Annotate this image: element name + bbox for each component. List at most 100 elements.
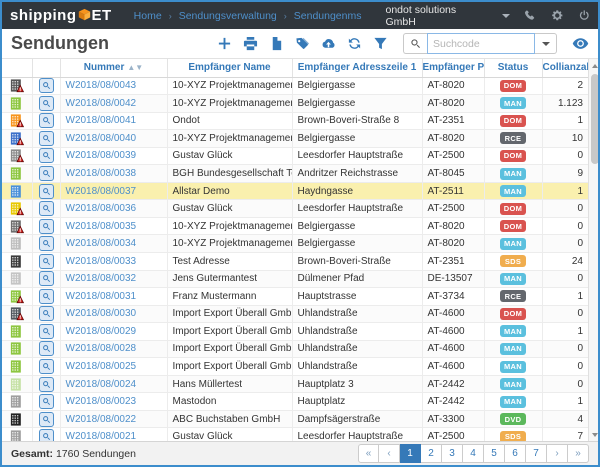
- shipment-number-link[interactable]: W2018/08/0028: [66, 343, 137, 354]
- search-button[interactable]: [403, 33, 427, 54]
- detail-button[interactable]: [38, 323, 54, 339]
- detail-button[interactable]: [38, 359, 54, 375]
- table-row[interactable]: W2018/08/0032 Jens Gutermantest Dülmener P…: [2, 270, 588, 289]
- shipment-number-link[interactable]: W2018/08/0039: [66, 150, 137, 161]
- shipment-number-link[interactable]: W2018/08/0033: [66, 256, 137, 267]
- table-row[interactable]: W2018/08/0033 Test Adresse Brown-Boveri-St…: [2, 252, 588, 271]
- table-row[interactable]: W2018/08/0030 Import Export Überall GmbH U…: [2, 305, 588, 324]
- phone-icon[interactable]: [524, 9, 537, 22]
- table-row[interactable]: W2018/08/0042 10-XYZ Projektmanagement Gm…: [2, 94, 588, 113]
- company-dropdown[interactable]: ondot solutions GmbH: [386, 4, 511, 28]
- shipment-number-link[interactable]: W2018/08/0041: [66, 115, 137, 126]
- search-dropdown-button[interactable]: [535, 33, 557, 54]
- add-icon[interactable]: [217, 36, 232, 51]
- detail-button[interactable]: [38, 394, 54, 410]
- column-header-collianzahl[interactable]: Collianzahl: [542, 59, 588, 78]
- pagination-page-button[interactable]: 5: [484, 444, 505, 463]
- detail-button[interactable]: [38, 271, 54, 287]
- table-row[interactable]: W2018/08/0025 Import Export Überall GmbH U…: [2, 357, 588, 376]
- scrollbar-thumb[interactable]: [590, 74, 598, 164]
- detail-button[interactable]: [38, 78, 54, 94]
- detail-button[interactable]: [38, 288, 54, 304]
- pagination-nav-button[interactable]: ›: [547, 444, 568, 463]
- pagination-nav-button[interactable]: »: [568, 444, 589, 463]
- table-row[interactable]: W2018/08/0031 Franz Mustermann Hauptstrass…: [2, 287, 588, 306]
- pagination-page-button[interactable]: 3: [442, 444, 463, 463]
- detail-button[interactable]: [38, 166, 54, 181]
- detail-button[interactable]: [38, 253, 54, 269]
- column-header-plz[interactable]: Empfänger PLZ: [422, 59, 485, 78]
- table-row[interactable]: W2018/08/0036 Gustav Glück Leesdorfer Haup…: [2, 199, 588, 218]
- power-icon[interactable]: [578, 9, 591, 22]
- pagination-page-button[interactable]: 6: [505, 444, 526, 463]
- filter-icon[interactable]: [373, 36, 388, 51]
- shipment-number-link[interactable]: W2018/08/0029: [66, 326, 137, 337]
- table-row[interactable]: W2018/08/0022 ABC Buchstaben GmbH Dampfsäg…: [2, 410, 588, 429]
- table-row[interactable]: W2018/08/0035 10-XYZ Projektmanagement Gm…: [2, 217, 588, 236]
- gear-icon[interactable]: [551, 9, 564, 22]
- eye-icon[interactable]: [572, 35, 589, 52]
- detail-button[interactable]: [38, 429, 54, 441]
- tags-icon[interactable]: [295, 36, 310, 51]
- shipment-number-link[interactable]: W2018/08/0040: [66, 133, 137, 144]
- pagination-nav-button[interactable]: «: [358, 444, 379, 463]
- document-icon[interactable]: [269, 36, 284, 51]
- cloud-upload-icon[interactable]: [321, 36, 336, 51]
- shipment-number-link[interactable]: W2018/08/0035: [66, 221, 137, 232]
- detail-button[interactable]: [38, 113, 54, 129]
- shipment-number-link[interactable]: W2018/08/0042: [66, 98, 137, 109]
- table-row[interactable]: W2018/08/0024 Hans Müllertest Hauptplatz 3…: [2, 375, 588, 394]
- breadcrumb-home[interactable]: Home: [134, 10, 162, 22]
- vertical-scrollbar[interactable]: [588, 59, 598, 441]
- scroll-up-button[interactable]: [589, 59, 599, 72]
- user-link[interactable]: ms: [348, 10, 362, 22]
- table-row[interactable]: W2018/08/0041 Ondot Brown-Boveri-Straße 8A…: [2, 112, 588, 131]
- refresh-icon[interactable]: [347, 36, 362, 51]
- column-header-status[interactable]: Status: [484, 59, 543, 78]
- table-row[interactable]: W2018/08/0043 10-XYZ Projektmanagement Gm…: [2, 77, 588, 96]
- detail-button[interactable]: [38, 183, 54, 199]
- pagination-page-button[interactable]: 7: [526, 444, 547, 463]
- brand-logo[interactable]: shipping ET: [10, 7, 112, 24]
- breadcrumb-sendungen[interactable]: Sendungen: [294, 10, 348, 22]
- detail-button[interactable]: [38, 218, 54, 234]
- table-row[interactable]: W2018/08/0040 10-XYZ Projektmanagement Gm…: [2, 129, 588, 148]
- shipment-number-link[interactable]: W2018/08/0043: [66, 80, 137, 91]
- column-header-empfaenger-name[interactable]: Empfänger Name: [167, 59, 293, 78]
- detail-button[interactable]: [38, 411, 54, 427]
- detail-button[interactable]: [38, 148, 54, 164]
- shipment-number-link[interactable]: W2018/08/0022: [66, 414, 137, 425]
- pagination-page-button[interactable]: 4: [463, 444, 484, 463]
- detail-button[interactable]: [38, 306, 54, 322]
- table-row[interactable]: W2018/08/0028 Import Export Überall GmbH U…: [2, 340, 588, 359]
- detail-button[interactable]: [38, 236, 54, 252]
- print-icon[interactable]: [243, 36, 258, 51]
- pagination-page-button[interactable]: 2: [421, 444, 442, 463]
- pagination-page-button[interactable]: 1: [400, 444, 421, 463]
- shipment-number-link[interactable]: W2018/08/0030: [66, 308, 137, 319]
- shipment-number-link[interactable]: W2018/08/0038: [66, 168, 137, 179]
- shipment-number-link[interactable]: W2018/08/0031: [66, 291, 137, 302]
- table-row[interactable]: W2018/08/0021 Gustav Glück Leesdorfer Haup…: [2, 427, 588, 441]
- detail-button[interactable]: [38, 201, 54, 217]
- detail-button[interactable]: [38, 95, 54, 111]
- table-row[interactable]: W2018/08/0023 Mastodon Hauptplatz AT-2442 MA…: [2, 392, 588, 411]
- shipment-number-link[interactable]: W2018/08/0023: [66, 396, 137, 407]
- column-header-adresszeile[interactable]: Empfänger Adresszeile 1: [292, 59, 423, 78]
- shipment-number-link[interactable]: W2018/08/0032: [66, 273, 137, 284]
- column-header-nummer[interactable]: Nummer ▲▼: [60, 59, 168, 78]
- search-input[interactable]: [427, 33, 535, 54]
- detail-button[interactable]: [38, 376, 54, 392]
- breadcrumb-sendungsverwaltung[interactable]: Sendungsverwaltung: [179, 10, 277, 22]
- shipment-number-link[interactable]: W2018/08/0036: [66, 203, 137, 214]
- shipment-number-link[interactable]: W2018/08/0034: [66, 238, 137, 249]
- table-row[interactable]: W2018/08/0037 Allstar Demo Haydngasse AT-25…: [2, 182, 588, 201]
- shipment-number-link[interactable]: W2018/08/0021: [66, 431, 137, 441]
- table-row[interactable]: W2018/08/0038 BGH Bundesgesellschaft Test…: [2, 164, 588, 183]
- shipment-number-link[interactable]: W2018/08/0037: [66, 186, 137, 197]
- table-row[interactable]: W2018/08/0034 10-XYZ Projektmanagement Gm…: [2, 234, 588, 253]
- shipment-number-link[interactable]: W2018/08/0025: [66, 361, 137, 372]
- scroll-down-button[interactable]: [589, 428, 599, 441]
- detail-button[interactable]: [38, 130, 54, 146]
- scrollbar-track[interactable]: [589, 72, 598, 428]
